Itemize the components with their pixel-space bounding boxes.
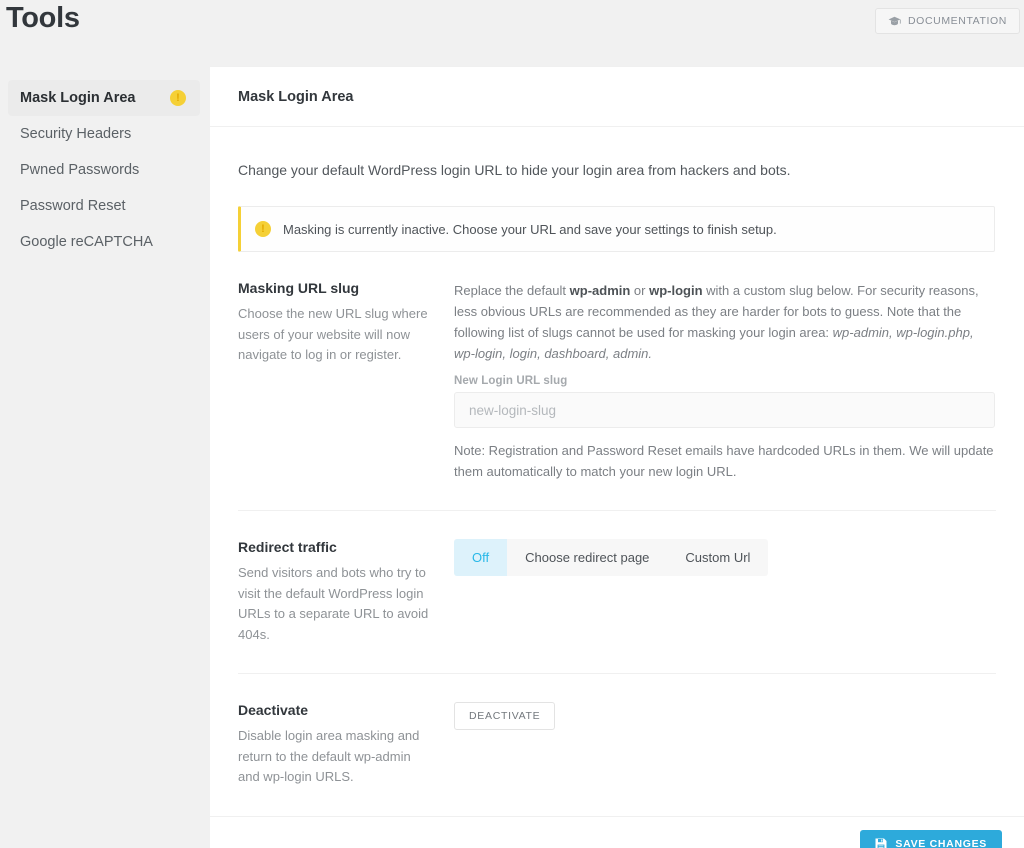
page-title: Tools [6,2,80,34]
tab-choose-redirect-page[interactable]: Choose redirect page [507,539,667,576]
panel-intro-text: Change your default WordPress login URL … [238,162,791,178]
deactivate-button[interactable]: DEACTIVATE [454,702,556,731]
section-description-column: Redirect traffic Send visitors and bots … [238,539,454,645]
section-redirect-traffic: Redirect traffic Send visitors and bots … [238,511,996,675]
sidebar-item-label: Pwned Passwords [20,162,140,178]
sidebar-item-label: Google reCAPTCHA [20,234,153,250]
masking-slug-note: Note: Registration and Password Reset em… [454,443,994,480]
section-control-column: Off Choose redirect page Custom Url [454,539,996,577]
help-text-strong-2: wp-login [649,283,703,298]
new-login-url-slug-label: New Login URL slug [454,375,568,388]
section-description: Send visitors and bots who try to visit … [238,565,429,642]
sidebar-item-pwned-passwords[interactable]: Pwned Passwords [8,152,200,188]
section-title: Deactivate [238,702,309,719]
panel-title: Mask Login Area [238,88,354,105]
sidebar: Mask Login Area ! Security Headers Pwned… [0,66,210,260]
sidebar-item-password-reset[interactable]: Password Reset [8,188,200,224]
help-text-part-1: Replace the default [454,283,570,298]
inactive-notice: ! Masking is currently inactive. Choose … [238,206,995,252]
floppy-disk-icon [875,838,887,848]
section-title: Redirect traffic [238,539,337,556]
panel-header: Mask Login Area [210,67,1024,127]
notice-text: Masking is currently inactive. Choose yo… [283,221,777,237]
panel-body: Change your default WordPress login URL … [210,127,1024,816]
documentation-button-label: DOCUMENTATION [908,15,1007,27]
section-description-column: Deactivate Disable login area masking an… [238,702,454,788]
help-text-part-2: or [630,283,650,298]
tab-off[interactable]: Off [454,539,508,577]
warning-badge-icon: ! [170,90,186,106]
section-masking-url-slug: Masking URL slug Choose the new URL slug… [238,252,996,512]
redirect-traffic-tab-group: Off Choose redirect page Custom Url [454,539,769,577]
content-panel: Mask Login Area Change your default Word… [210,66,1024,848]
section-control-column: DEACTIVATE [454,702,996,731]
sidebar-item-google-recaptcha[interactable]: Google reCAPTCHA [8,224,200,260]
sidebar-item-security-headers[interactable]: Security Headers [8,116,200,152]
sidebar-item-label: Password Reset [20,198,126,214]
graduation-cap-icon [888,16,901,27]
warning-icon: ! [255,221,271,237]
documentation-button[interactable]: DOCUMENTATION [875,8,1020,34]
masking-slug-help-text: Replace the default wp-admin or wp-login… [454,280,995,364]
save-changes-button[interactable]: SAVE CHANGES [860,830,1002,848]
section-description: Choose the new URL slug where users of y… [238,306,428,363]
panel-footer: SAVE CHANGES [210,816,1024,848]
tab-custom-url[interactable]: Custom Url [667,539,768,576]
section-description: Disable login area masking and return to… [238,728,420,785]
section-deactivate: Deactivate Disable login area masking an… [238,674,996,816]
section-control-column: Replace the default wp-admin or wp-login… [454,280,996,482]
help-text-strong-1: wp-admin [569,283,631,298]
main-layout: Mask Login Area ! Security Headers Pwned… [0,66,1024,848]
sidebar-item-label: Security Headers [20,126,132,142]
section-title: Masking URL slug [238,280,360,296]
save-changes-label: SAVE CHANGES [895,838,987,848]
sidebar-item-label: Mask Login Area [20,90,136,106]
new-login-url-slug-input[interactable] [454,392,995,429]
topbar: Tools DOCUMENTATION [0,0,1024,66]
section-description-column: Masking URL slug Choose the new URL slug… [238,280,454,366]
sidebar-item-mask-login-area[interactable]: Mask Login Area ! [8,80,200,116]
